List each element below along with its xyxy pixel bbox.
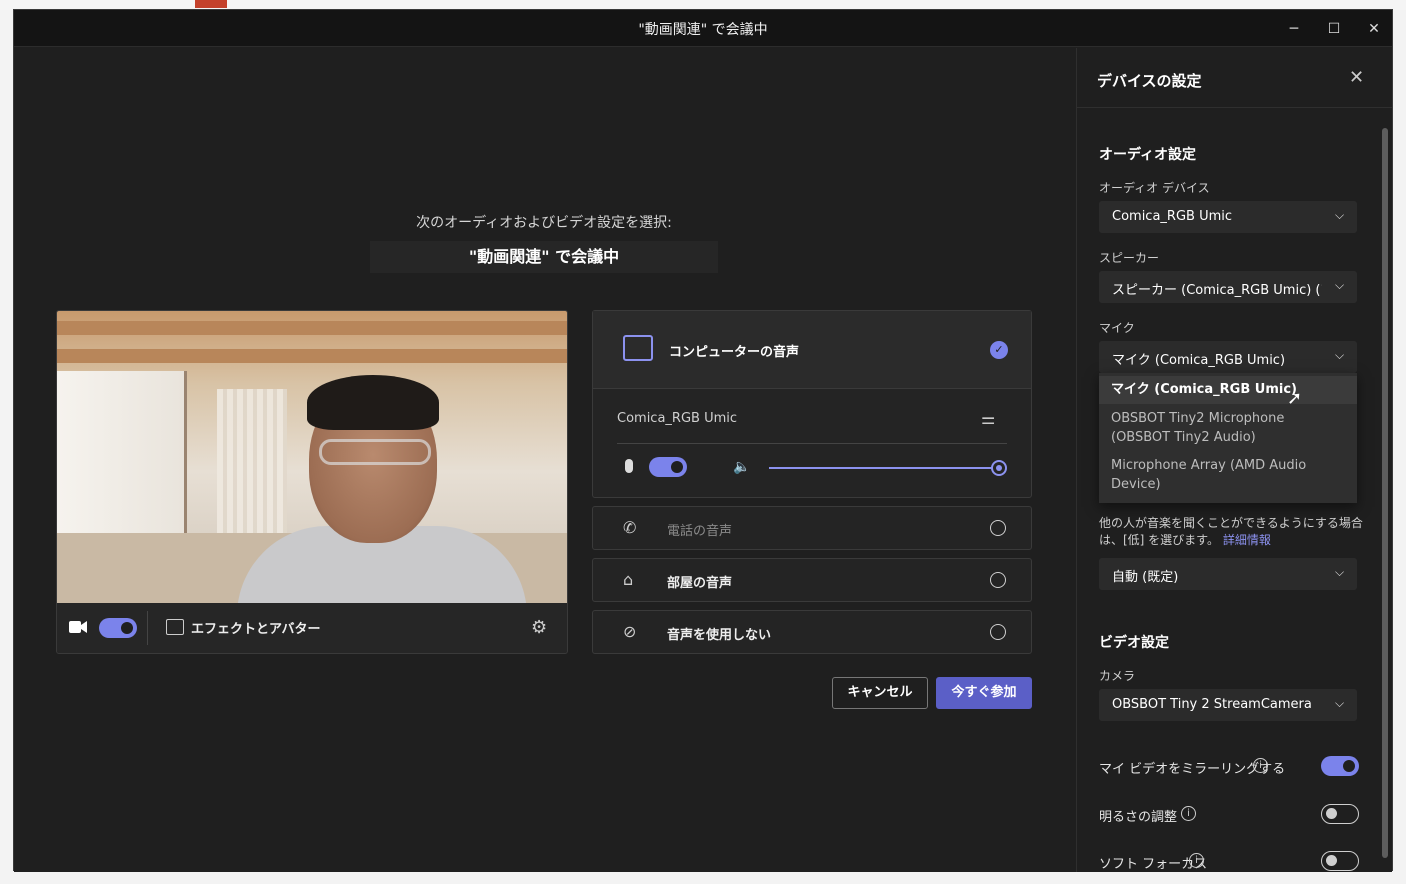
video-controls: エフェクトとアバター ⚙ — [57, 603, 567, 653]
audio-device-value: Comica_RGB Umic — [1112, 209, 1233, 224]
room-icon: ⌂ — [623, 570, 634, 589]
phone-audio-option[interactable]: ✆ 電話の音声 — [592, 506, 1032, 550]
effects-label[interactable]: エフェクトとアバター — [191, 618, 320, 637]
speaker-icon: 🔈 — [733, 459, 751, 475]
audio-section-title: オーディオ設定 — [1099, 147, 1197, 163]
no-audio-label: 音声を使用しない — [667, 628, 772, 643]
noise-suppression-select[interactable]: 自動 (既定) ⌵ — [1099, 558, 1357, 590]
sliders-icon[interactable]: ⚌ — [981, 409, 995, 428]
phone-icon: ✆ — [623, 518, 637, 537]
effects-icon[interactable] — [166, 619, 184, 635]
mic-toggle[interactable] — [649, 457, 687, 477]
mic-dropdown-list: マイク (Comica_RGB Umic) OBSBOT Tiny2 Micro… — [1099, 373, 1357, 503]
maximize-icon: ☐ — [1327, 20, 1341, 37]
meeting-name: "動画関連" で会議中 — [370, 241, 718, 273]
maximize-button[interactable]: ☐ — [1314, 10, 1354, 47]
computer-audio-label: コンピューターの音声 — [669, 345, 800, 360]
divider — [617, 443, 1007, 444]
computer-audio-icon — [623, 335, 653, 361]
mouse-cursor-icon: ➚ — [1287, 388, 1303, 409]
phone-audio-label: 電話の音声 — [667, 524, 733, 539]
minimize-button[interactable]: ─ — [1274, 10, 1314, 47]
meeting-window: "動画関連" で会議中 ─ ☐ ✕ 次のオーディオおよびビデオ設定を選択: "動… — [13, 9, 1393, 872]
noise-suppression-value: 自動 (既定) — [1112, 570, 1179, 585]
no-audio-icon: ⊘ — [623, 622, 637, 641]
gear-icon[interactable]: ⚙ — [531, 617, 547, 638]
info-icon[interactable]: i — [1181, 806, 1196, 821]
divider — [147, 611, 148, 645]
window-title: "動画関連" で会議中 — [638, 22, 768, 38]
background-app-logo — [195, 0, 227, 8]
brightness-toggle[interactable] — [1321, 804, 1359, 824]
computer-audio-card: コンピューターの音声 ✓ Comica_RGB Umic ⚌ 🔈 — [592, 310, 1032, 498]
panel-header: デバイスの設定 ✕ — [1077, 48, 1392, 108]
device-settings-panel: デバイスの設定 ✕ オーディオ設定 オーディオ デバイス Comica_RGB … — [1076, 48, 1392, 872]
check-icon: ✓ — [990, 341, 1008, 359]
speaker-label: スピーカー — [1099, 251, 1160, 265]
camera-label: カメラ — [1099, 669, 1136, 683]
info-icon[interactable]: i — [1253, 758, 1268, 773]
soft-focus-row: ソフト フォーカス i — [1099, 851, 1361, 873]
learn-more-link[interactable]: 詳細情報 — [1223, 533, 1271, 547]
prejoin-subtitle: 次のオーディオおよびビデオ設定を選択: — [416, 215, 672, 231]
join-now-button[interactable]: 今すぐ参加 — [936, 677, 1032, 709]
no-audio-option[interactable]: ⊘ 音声を使用しない — [592, 610, 1032, 654]
camera-toggle[interactable] — [99, 618, 137, 638]
room-audio-label: 部屋の音声 — [667, 576, 733, 591]
prejoin-area: 次のオーディオおよびビデオ設定を選択: "動画関連" で会議中 エフェクトとアバ… — [14, 48, 1076, 872]
audio-device-name: Comica_RGB Umic — [617, 411, 738, 426]
video-preview-card: エフェクトとアバター ⚙ — [56, 310, 568, 654]
brightness-row: 明るさの調整 i — [1099, 804, 1361, 826]
room-audio-radio[interactable] — [990, 572, 1006, 588]
speaker-value: スピーカー (Comica_RGB Umic) (1... — [1112, 283, 1322, 298]
mirror-video-row: マイ ビデオをミラーリングする i — [1099, 756, 1361, 778]
close-window-button[interactable]: ✕ — [1354, 10, 1394, 47]
room-audio-option[interactable]: ⌂ 部屋の音声 — [592, 558, 1032, 602]
camera-preview — [57, 311, 567, 603]
cancel-button[interactable]: キャンセル — [832, 677, 928, 709]
audio-device-select[interactable]: Comica_RGB Umic ⌵ — [1099, 201, 1357, 233]
video-section-title: ビデオ設定 — [1099, 635, 1169, 651]
computer-audio-option[interactable]: コンピューターの音声 ✓ — [593, 311, 1031, 389]
noise-help-text: 他の人が音楽を聞くことができるようにする場合は、[低] を選びます。 詳細情報 — [1099, 515, 1363, 549]
camera-select[interactable]: OBSBOT Tiny 2 StreamCamera ⌵ — [1099, 689, 1357, 721]
mic-option[interactable]: Microphone Array (AMD Audio Device) — [1099, 456, 1357, 494]
camera-value: OBSBOT Tiny 2 StreamCamera — [1112, 697, 1312, 712]
soft-focus-toggle[interactable] — [1321, 851, 1359, 871]
microphone-icon — [625, 459, 633, 473]
volume-slider-handle[interactable] — [991, 460, 1007, 476]
phone-audio-radio[interactable] — [990, 520, 1006, 536]
scrollbar[interactable] — [1382, 128, 1388, 858]
close-icon[interactable]: ✕ — [1349, 67, 1364, 88]
mic-value: マイク (Comica_RGB Umic) — [1112, 353, 1286, 368]
minimize-icon: ─ — [1289, 20, 1299, 37]
no-audio-radio[interactable] — [990, 624, 1006, 640]
volume-slider-track[interactable] — [769, 467, 997, 469]
speaker-select[interactable]: スピーカー (Comica_RGB Umic) (1... ⌵ — [1099, 271, 1357, 303]
title-bar: "動画関連" で会議中 ─ ☐ ✕ — [14, 10, 1392, 47]
mirror-video-toggle[interactable] — [1321, 756, 1359, 776]
chevron-down-icon: ⌵ — [1335, 208, 1345, 222]
camera-icon — [69, 621, 87, 633]
close-icon: ✕ — [1368, 20, 1380, 37]
audio-device-label: オーディオ デバイス — [1099, 181, 1210, 195]
panel-title: デバイスの設定 — [1097, 72, 1202, 90]
brightness-label: 明るさの調整 — [1099, 810, 1178, 825]
chevron-down-icon: ⌵ — [1335, 348, 1345, 362]
info-icon[interactable]: i — [1189, 853, 1204, 868]
chevron-down-icon: ⌵ — [1335, 565, 1345, 579]
mic-option[interactable]: マイク (Comica_RGB Umic) — [1099, 376, 1357, 404]
chevron-down-icon: ⌵ — [1335, 278, 1345, 292]
mic-select[interactable]: マイク (Comica_RGB Umic) ⌵ — [1099, 341, 1357, 373]
chevron-down-icon: ⌵ — [1335, 696, 1345, 710]
mic-option[interactable]: OBSBOT Tiny2 Microphone (OBSBOT Tiny2 Au… — [1099, 409, 1357, 447]
mic-label: マイク — [1099, 321, 1135, 335]
